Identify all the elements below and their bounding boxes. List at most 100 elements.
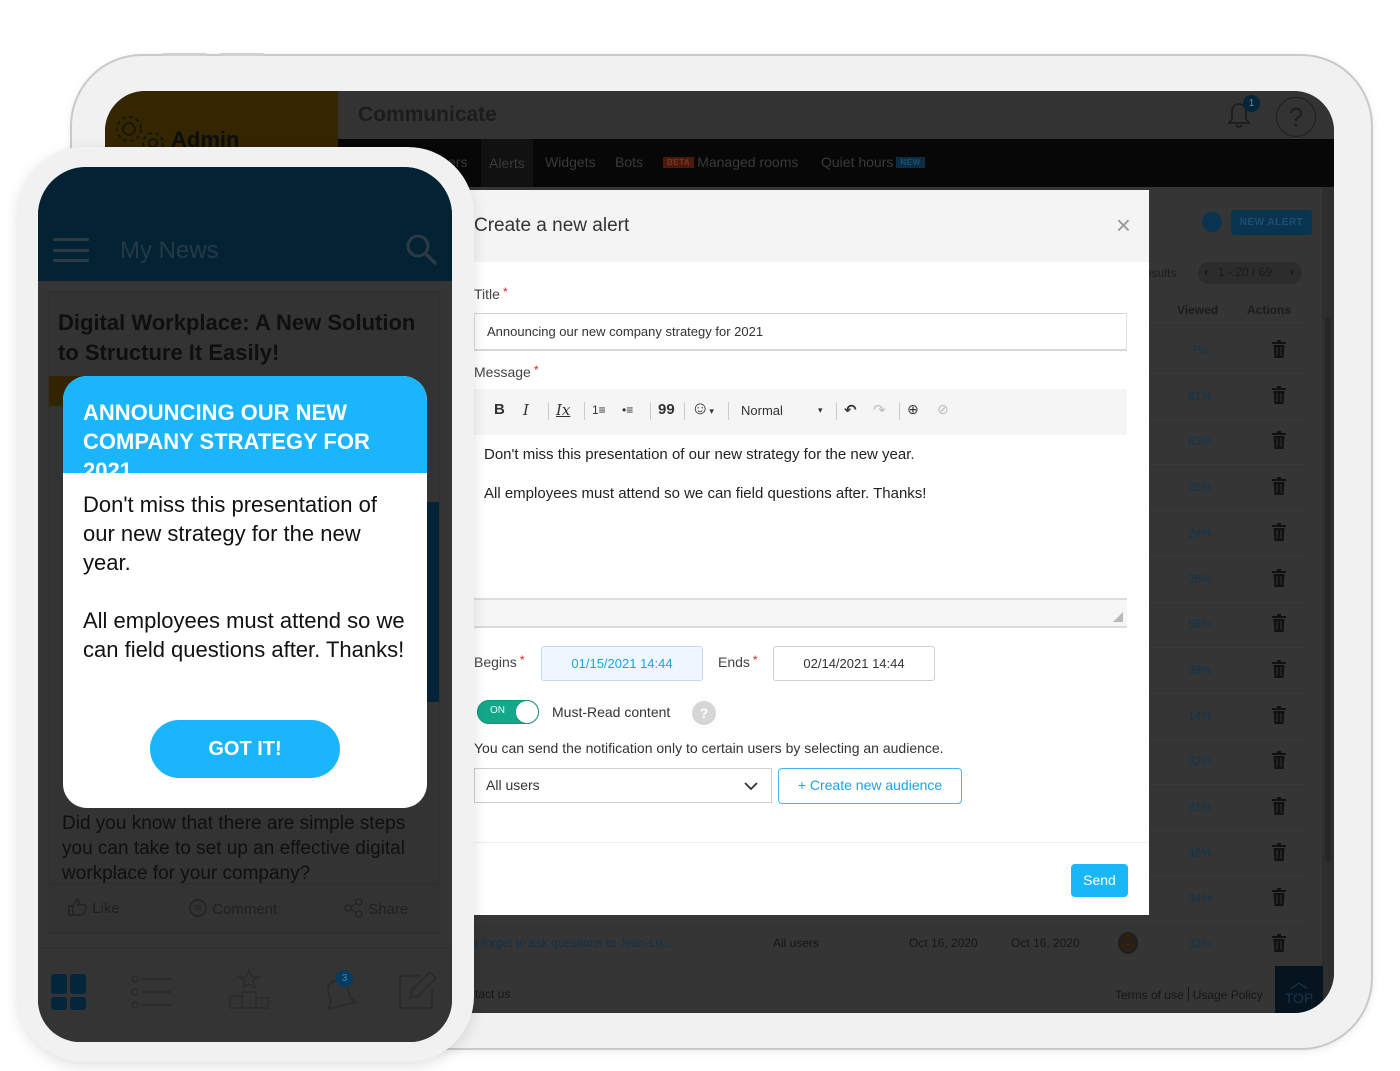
back-to-top-button[interactable]: ︿ TOP: [1275, 966, 1323, 1013]
article-title[interactable]: Digital Workplace: A New Solution to Str…: [58, 308, 433, 368]
toolbar-separator: [684, 402, 685, 420]
ends-date-input[interactable]: 02/14/2021 14:44: [773, 646, 935, 681]
tab-alerts[interactable]: Alerts: [481, 139, 533, 187]
redo-button[interactable]: ↷: [873, 401, 886, 419]
share-button[interactable]: Share: [344, 898, 408, 918]
message-editor[interactable]: Don't miss this presentation of our new …: [474, 435, 1127, 598]
emoji-icon: ☺: [691, 398, 710, 418]
trash-icon[interactable]: [1272, 659, 1286, 678]
top-bar: Communicate 1 ?: [338, 91, 1334, 139]
like-label: Like: [92, 900, 120, 917]
tab-quiet-hours[interactable]: Quiet hours NEW: [821, 154, 928, 170]
lightbulb-icon[interactable]: [1202, 212, 1222, 232]
title-input[interactable]: [474, 313, 1127, 351]
dashboard-icon[interactable]: [51, 974, 87, 1010]
trash-icon[interactable]: [1272, 842, 1286, 861]
create-audience-button[interactable]: + Create new audience: [778, 768, 962, 804]
resize-handle[interactable]: [1113, 612, 1123, 622]
phone-tab-bar: 3: [38, 947, 452, 1042]
toolbar-separator: [548, 402, 549, 420]
got-it-button[interactable]: GOT IT!: [150, 720, 340, 778]
thumbs-up-icon: [68, 898, 87, 916]
close-icon[interactable]: ×: [1116, 212, 1131, 238]
pager-prev-button[interactable]: ‹: [1204, 264, 1208, 279]
quote-button[interactable]: 99: [658, 401, 675, 418]
must-read-toggle[interactable]: ON: [477, 700, 539, 724]
required-asterisk: *: [752, 653, 758, 667]
trash-icon[interactable]: [1272, 431, 1286, 450]
trash-icon[interactable]: [1272, 797, 1286, 815]
emoji-button[interactable]: ☺▾: [691, 398, 714, 419]
viewed-percent: 34%: [1187, 891, 1213, 906]
comment-icon: [189, 899, 207, 917]
footer-separator: [1187, 987, 1189, 1001]
help-icon[interactable]: ?: [692, 701, 716, 725]
toggle-knob: [516, 701, 538, 723]
bold-button[interactable]: B: [494, 401, 505, 418]
trash-icon[interactable]: [1272, 477, 1286, 496]
send-button[interactable]: Send: [1071, 864, 1128, 897]
viewed-percent: 32%: [1187, 754, 1213, 769]
like-button[interactable]: Like: [68, 898, 120, 917]
trash-icon[interactable]: [1272, 340, 1286, 358]
scrollbar[interactable]: [1322, 187, 1334, 1013]
unlink-button[interactable]: ⊘: [937, 401, 949, 418]
editor-status-bar: [474, 598, 1127, 628]
new-badge: NEW: [896, 157, 925, 168]
italic-button[interactable]: I: [523, 401, 529, 419]
share-icon: [344, 898, 363, 918]
notification-badge: 1: [1243, 95, 1260, 112]
ordered-list-button[interactable]: 1≡: [592, 403, 606, 417]
bullet-list-button[interactable]: •≡: [622, 403, 633, 417]
notification-badge: 3: [336, 970, 353, 987]
trash-icon[interactable]: [1272, 705, 1286, 724]
toolbar-separator: [728, 402, 729, 420]
tabs-bar: ers Alerts Widgets Bots BETA Managed room…: [338, 139, 1334, 187]
viewed-percent: 39%: [1187, 662, 1213, 677]
clear-format-button[interactable]: Ix: [556, 401, 570, 419]
new-alert-button[interactable]: NEW ALERT: [1231, 210, 1312, 235]
alert-audience: All users: [773, 936, 820, 950]
popup-paragraph: Don't miss this presentation of our new …: [83, 492, 378, 575]
format-select[interactable]: Normal ▾: [741, 403, 831, 418]
trash-icon[interactable]: [1272, 751, 1286, 770]
tab-managed-rooms[interactable]: BETA Managed rooms: [663, 154, 798, 170]
begins-date-input[interactable]: 01/15/2021 14:44: [541, 646, 703, 681]
contact-us-link[interactable]: tact us: [475, 987, 510, 1001]
column-header-viewed[interactable]: Viewed: [1177, 303, 1218, 317]
trash-icon[interactable]: [1272, 385, 1286, 404]
tablet-button: [219, 53, 264, 56]
edit-icon[interactable]: [398, 970, 438, 1010]
viewed-percent: 81%: [1187, 388, 1213, 403]
trash-icon[interactable]: [1272, 614, 1286, 633]
list-icon[interactable]: [131, 974, 173, 1010]
create-alert-modal: Create a new alert × Title* Message* B I…: [462, 190, 1149, 915]
help-button[interactable]: ?: [1276, 97, 1316, 137]
terms-of-use-link[interactable]: Terms of use: [1115, 988, 1184, 1002]
scrollbar-thumb[interactable]: [1325, 317, 1331, 862]
trash-icon[interactable]: [1272, 568, 1286, 587]
audience-select[interactable]: All users: [474, 768, 772, 803]
trash-icon[interactable]: [1272, 888, 1286, 907]
page-title: Communicate: [358, 103, 497, 126]
modal-title: Create a new alert: [474, 215, 630, 236]
viewed-percent: 58%: [1187, 617, 1213, 632]
link-button[interactable]: ⊕: [907, 401, 919, 418]
trash-icon[interactable]: [1272, 934, 1286, 953]
comment-button[interactable]: Comment: [188, 898, 277, 918]
pager-next-button[interactable]: ›: [1290, 264, 1294, 279]
leaderboard-icon[interactable]: [228, 968, 270, 1010]
tab-bots[interactable]: Bots: [615, 154, 643, 170]
alert-ends: Oct 16, 2020: [1011, 936, 1080, 950]
tab-widgets[interactable]: Widgets: [545, 154, 596, 170]
alert-title-link[interactable]: t forget to ask questions to Jean-Lo...: [475, 936, 672, 950]
format-select-value: Normal: [741, 403, 783, 418]
article-actions: Like Comment Share: [48, 883, 440, 933]
menu-icon[interactable]: [53, 238, 89, 262]
search-icon[interactable]: [405, 233, 437, 265]
undo-button[interactable]: ↶: [844, 401, 857, 419]
usage-policy-link[interactable]: Usage Policy: [1193, 988, 1263, 1002]
trash-icon[interactable]: [1272, 522, 1286, 541]
alert-begins: Oct 16, 2020: [909, 936, 978, 950]
message-label: Message *: [474, 363, 538, 380]
